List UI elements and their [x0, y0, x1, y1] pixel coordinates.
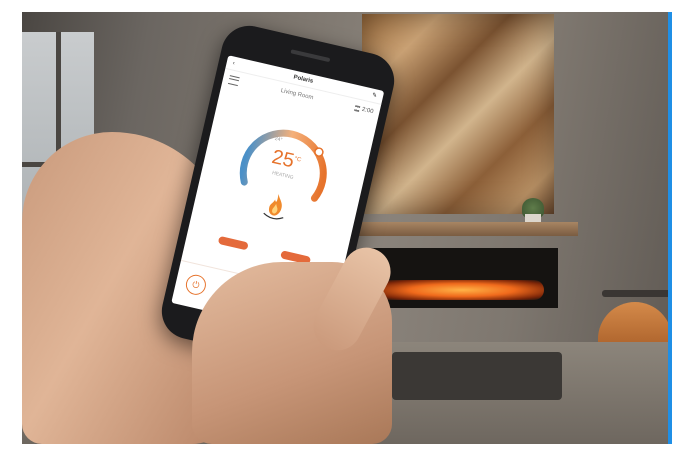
power-icon[interactable]: ⏻ [183, 272, 208, 297]
room-name: Living Room [280, 87, 314, 102]
app-title: Polaris [292, 74, 314, 85]
timer-status[interactable]: 2:00 [354, 105, 374, 115]
phone-speaker [290, 49, 331, 63]
timer-value: 2:00 [361, 106, 374, 116]
edit-icon[interactable]: ✎ [371, 92, 377, 100]
side-table [602, 290, 668, 297]
temperature-unit: °C [293, 156, 302, 164]
current-temperature-value: 25 [269, 145, 297, 173]
hourglass-icon [354, 105, 361, 113]
marble-artwork [362, 14, 554, 214]
mode-button-left[interactable] [217, 235, 249, 251]
fireplace-flames [380, 280, 544, 300]
menu-icon[interactable] [228, 74, 240, 86]
fireplace-mantel [338, 222, 578, 236]
living-room-photo: ‹ Polaris ✎ Living Room 2:00 24° 25°C HE… [22, 12, 672, 444]
coffee-table [392, 352, 562, 400]
back-icon[interactable]: ‹ [232, 60, 235, 66]
